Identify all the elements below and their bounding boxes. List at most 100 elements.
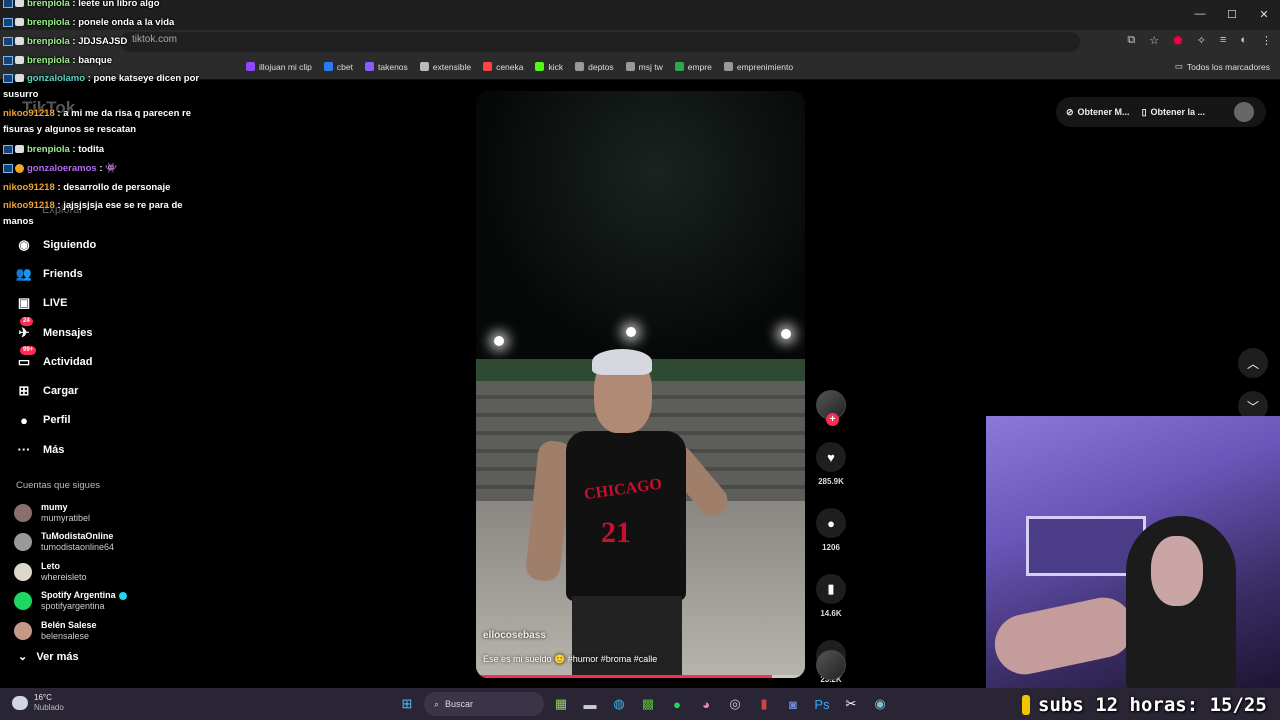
bookmark-label: ceneka xyxy=(496,61,524,72)
browser-menu-icon[interactable]: ⋮ xyxy=(1261,34,1272,47)
chevron-down-icon: ﹀ xyxy=(1246,399,1259,414)
install-app-icon[interactable]: ⧉ xyxy=(1127,34,1135,47)
windows-start-icon[interactable]: ⊞ xyxy=(395,692,419,716)
upload-icon: ⊞ xyxy=(14,381,34,401)
bookmark-icon xyxy=(625,62,635,71)
bookmark-item[interactable]: illojuan mi clip xyxy=(246,62,312,72)
sidebar-item-label: Más xyxy=(43,443,65,456)
url-field[interactable] xyxy=(120,32,1080,52)
creator-avatar[interactable]: + xyxy=(816,390,846,426)
spotify-icon[interactable]: ● xyxy=(665,692,689,716)
taskbar-search[interactable]: ⌕ Buscar xyxy=(424,692,544,716)
following-account[interactable]: Spotify Argentina spotifyargentina xyxy=(14,587,127,617)
capcut-icon[interactable]: ✂ xyxy=(839,692,863,716)
subs-goal-overlay: subs 12 horas: 15/25 xyxy=(1020,690,1280,720)
steam-icon[interactable]: ◉ xyxy=(868,692,892,716)
chat-username: gonzalolamo xyxy=(27,73,86,84)
discord-icon[interactable]: ◙ xyxy=(781,692,805,716)
following-account[interactable]: TuModistaOnline tumodistaonline64 xyxy=(14,528,127,558)
previous-video-button[interactable]: ︿ xyxy=(1238,348,1268,378)
file-explorer-icon[interactable]: ▬ xyxy=(578,692,602,716)
account-name: Belén Salese xyxy=(41,619,97,630)
video-progress-bar[interactable] xyxy=(476,675,805,678)
twitch-badge-icon xyxy=(3,17,13,27)
sidebar-item-actividad[interactable]: ▭ 99+ Actividad xyxy=(14,345,96,376)
bookmark-label: empre xyxy=(687,61,712,72)
get-mobile-app-button[interactable]: ▯ Obtener la ... xyxy=(1142,107,1205,118)
bookmark-item[interactable]: kick xyxy=(535,62,563,72)
bookmark-item[interactable]: takenos xyxy=(365,62,408,72)
account-text: Leto whereisleto xyxy=(41,561,87,583)
photoshop-icon[interactable]: Ps xyxy=(810,692,834,716)
widget-icon[interactable]: ▦ xyxy=(549,692,573,716)
sidebar-item-cargar[interactable]: ⊞ Cargar xyxy=(14,376,96,405)
friends-icon: 👥 xyxy=(14,264,34,284)
bookmark-item[interactable]: empre xyxy=(674,61,712,72)
minimize-button[interactable]: — xyxy=(1184,0,1216,28)
get-app-button[interactable]: ⊘ Obtener M... xyxy=(1066,107,1130,118)
sidebar-item-mensajes[interactable]: ✈ 24 Mensajes xyxy=(14,316,96,347)
app-icon[interactable]: ▮ xyxy=(752,692,776,716)
minecraft-icon[interactable]: ▩ xyxy=(636,692,660,716)
heart-icon[interactable]: ♥ xyxy=(816,442,846,472)
maximize-button[interactable]: ☐ xyxy=(1216,0,1248,28)
stream-chat-overlay: brenpiola : leete un libro algo brenpiola… xyxy=(0,0,212,232)
bookmark-icon xyxy=(323,62,333,71)
close-button[interactable]: ✕ xyxy=(1248,0,1280,28)
sound-avatar[interactable] xyxy=(816,650,846,680)
account-username: mumyratibel xyxy=(41,512,91,523)
chat-message: brenpiola : ponele onda a la vida xyxy=(0,13,212,32)
following-title: Cuentas que sigues xyxy=(16,480,100,491)
comment-icon[interactable]: ● xyxy=(816,508,846,538)
media-icon[interactable]: ≡ xyxy=(1220,34,1226,47)
following-account[interactable]: mumy mumyratibel xyxy=(14,498,127,528)
bookmark-item[interactable]: extensible xyxy=(419,62,471,72)
obs-icon[interactable]: ◎ xyxy=(723,692,747,716)
follow-plus-icon[interactable]: + xyxy=(826,413,839,426)
sidebar-item-label: Actividad xyxy=(43,355,93,368)
avatar xyxy=(14,503,32,522)
bookmark-star-icon[interactable]: ☆ xyxy=(1149,34,1159,47)
video-caption[interactable]: Ese es mi sueldo 🙂 #humor #broma #calle xyxy=(483,654,657,665)
extension-icon[interactable]: ⬟ xyxy=(1173,34,1183,47)
chat-text: todita xyxy=(78,144,105,155)
jersey-number: 21 xyxy=(601,516,631,549)
profile-avatar-icon[interactable]: ◐ xyxy=(1240,34,1247,47)
bookmark-label: cbet xyxy=(336,61,353,72)
sidebar-item-más[interactable]: ··· Más xyxy=(14,435,96,464)
chat-separator: : xyxy=(54,182,64,193)
user-avatar[interactable] xyxy=(1234,102,1254,122)
see-more-button[interactable]: ⌄ Ver más xyxy=(18,650,79,663)
phone-icon: ▯ xyxy=(1141,106,1147,117)
bookmark-icon[interactable]: ▮ xyxy=(816,574,846,604)
chrome-icon[interactable]: ◕ xyxy=(694,692,718,716)
sidebar-item-friends[interactable]: 👥 Friends xyxy=(14,259,96,288)
webcam-overlay xyxy=(986,416,1280,692)
following-account[interactable]: Leto whereisleto xyxy=(14,557,127,587)
video-author[interactable]: ellocosebass xyxy=(483,630,546,641)
weather-widget[interactable]: 16°C Nublado xyxy=(12,693,64,713)
extensions-puzzle-icon[interactable]: ✧ xyxy=(1197,34,1206,47)
chat-separator: : xyxy=(69,55,79,66)
video-progress-fill xyxy=(476,675,773,678)
more-icon-glyph: ··· xyxy=(17,442,31,458)
video-player[interactable]: CHICAGO 21 ellocosebass Ese es mi sueldo… xyxy=(476,91,805,678)
sidebar-item-perfil[interactable]: ● Perfil xyxy=(14,406,96,435)
chat-text: JDJSAJSD xyxy=(78,36,128,47)
sidebar-item-live[interactable]: ▣ LIVE xyxy=(14,289,96,318)
webcam-person-legs xyxy=(989,592,1139,680)
like-count: 285.9K xyxy=(818,477,844,486)
bookmark-item[interactable]: ceneka xyxy=(483,62,523,72)
edge-icon[interactable]: ◍ xyxy=(607,692,631,716)
bookmark-item[interactable]: cbet xyxy=(323,61,353,72)
sidebar-item-siguiendo[interactable]: ◉ Siguiendo xyxy=(14,230,96,259)
search-label: Buscar xyxy=(445,699,474,709)
following-account[interactable]: Belén Salese belensalese xyxy=(14,616,127,646)
chat-separator: : xyxy=(85,73,94,84)
bookmark-item[interactable]: deptos xyxy=(575,62,614,72)
bookmark-item[interactable]: msj tw xyxy=(625,62,663,72)
account-name-row: Belén Salese xyxy=(41,620,97,631)
all-bookmarks[interactable]: ▭ Todos los marcadores xyxy=(1175,61,1270,72)
bookmark-item[interactable]: emprenimiento xyxy=(723,62,793,72)
bookmark-icon xyxy=(419,62,429,71)
